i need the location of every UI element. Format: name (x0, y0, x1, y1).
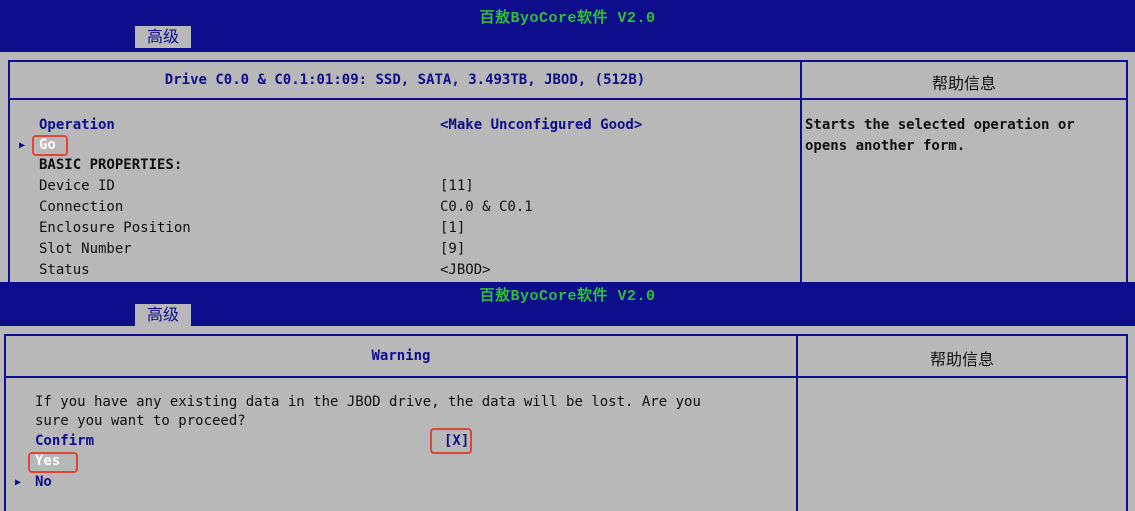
app-title: 百敖ByoCore软件 V2.0 (479, 10, 656, 27)
property-label: Device ID (39, 178, 115, 194)
help-text-line: Starts the selected operation or (805, 117, 1075, 133)
help-text-line: opens another form. (805, 138, 966, 154)
selection-arrow-icon: ▶ (19, 140, 26, 151)
property-value: C0.0 & C0.1 (440, 199, 533, 215)
operation-value[interactable]: <Make Unconfigured Good> (440, 117, 642, 134)
property-label: Slot Number (39, 241, 132, 257)
header-divider (10, 98, 1126, 100)
drive-header: Drive C0.0 & C0.1:01:09: SSD, SATA, 3.49… (164, 72, 646, 88)
selection-arrow-icon: ▶ (15, 477, 22, 488)
confirm-highlight-box (430, 428, 472, 454)
property-label: Enclosure Position (39, 220, 191, 236)
warning-message-line: sure you want to proceed? (35, 413, 246, 429)
warning-header: Warning (371, 348, 431, 364)
property-label: Connection (39, 199, 124, 215)
property-value: [1] (440, 220, 466, 236)
tab-advanced[interactable]: 高级 (135, 304, 191, 326)
operation-label: Operation (39, 117, 115, 133)
property-value: [9] (440, 241, 466, 257)
help-header: 帮助信息 (931, 74, 996, 93)
tab-advanced[interactable]: 高级 (135, 26, 191, 48)
warning-panel: Warning 帮助信息 If you have any existing da… (4, 334, 1128, 511)
header-divider (6, 376, 1126, 378)
title-bar: 百敖ByoCore软件 V2.0 高级 (0, 0, 1135, 52)
bios-screen-warning: 百敖ByoCore软件 V2.0 高级 Warning 帮助信息 If you … (0, 282, 1135, 511)
property-label: Status (39, 262, 90, 278)
help-header: 帮助信息 (929, 350, 994, 369)
no-button[interactable]: No (35, 474, 52, 491)
panel-divider (800, 62, 802, 282)
basic-properties-heading: BASIC PROPERTIES: (39, 157, 183, 173)
go-highlight-box (32, 135, 68, 156)
warning-message-line: If you have any existing data in the JBO… (35, 394, 701, 410)
confirm-label: Confirm (35, 433, 95, 449)
main-panel: Drive C0.0 & C0.1:01:09: SSD, SATA, 3.49… (8, 60, 1128, 282)
title-bar: 百敖ByoCore软件 V2.0 高级 (0, 282, 1135, 326)
yes-highlight-box (28, 452, 78, 473)
bios-screen-operation: 百敖ByoCore软件 V2.0 高级 Drive C0.0 & C0.1:01… (0, 0, 1135, 282)
app-title: 百敖ByoCore软件 V2.0 (479, 288, 656, 305)
property-value: [11] (440, 178, 474, 194)
property-value: <JBOD> (440, 262, 491, 278)
